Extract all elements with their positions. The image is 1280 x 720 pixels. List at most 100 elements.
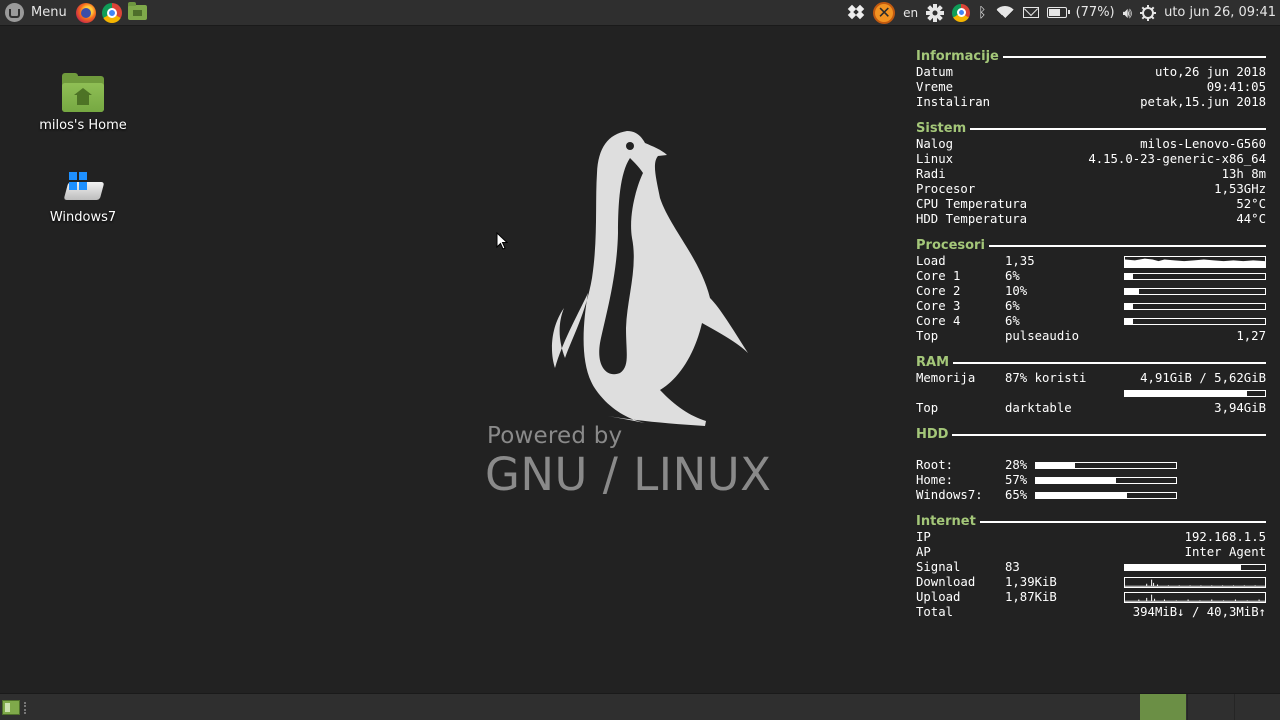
stat-label: Top: [916, 329, 939, 343]
stat-value: 09:41:05: [1206, 80, 1266, 94]
system-row: CPU Temperatura 52°C: [916, 197, 1266, 212]
wallpaper-title: GNU / LINUX: [485, 448, 772, 501]
desktop-icon-windows7[interactable]: Windows7: [28, 170, 138, 225]
home-folder-icon: [62, 73, 104, 112]
files-launcher[interactable]: [125, 0, 151, 26]
mail-tray[interactable]: [1019, 0, 1043, 26]
ram-bar-row: [916, 386, 1266, 401]
stat-detail: 6%: [1005, 269, 1020, 283]
settings-tray[interactable]: [922, 0, 948, 26]
main-menu-label: Menu: [31, 5, 67, 20]
stat-label: Informacije: [916, 48, 999, 64]
stat-label: Sistem: [916, 120, 967, 136]
disk-usage-bar: [1035, 477, 1177, 484]
chrome-tray[interactable]: [948, 0, 974, 26]
chrome-icon: [101, 2, 122, 23]
stat-value: petak,15.jun 2018: [1140, 95, 1266, 109]
stat-detail: 65%: [1005, 488, 1028, 502]
ram-usage-bar: [1124, 390, 1266, 397]
stat-detail: 1,87KiB: [1005, 590, 1057, 604]
stat-detail: 28%: [1005, 458, 1028, 472]
workspace-4[interactable]: [1234, 694, 1280, 720]
stat-label: HDD: [916, 426, 949, 442]
cpu-top-row: Top pulseaudio 1,27: [916, 329, 1266, 344]
network-tray[interactable]: [991, 0, 1019, 26]
power-gear-icon: [1140, 4, 1157, 21]
stat-label: Core 4: [916, 314, 961, 328]
disk-usage-bar: [1035, 492, 1177, 499]
stat-detail: 1,39KiB: [1005, 575, 1057, 589]
stat-detail: 83: [1005, 560, 1020, 574]
stat-label: Windows7:: [916, 488, 983, 502]
stat-label: Linux: [916, 152, 954, 166]
battery-tray[interactable]: (77%): [1043, 0, 1119, 26]
bottom-panel: [0, 693, 1280, 720]
stat-value: 394MiB↓ / 40,3MiB↑: [1132, 605, 1266, 619]
crossover-tray[interactable]: ✕: [869, 0, 899, 26]
show-desktop-button[interactable]: [2, 700, 20, 715]
battery-percent: (77%): [1075, 5, 1115, 20]
bluetooth-icon[interactable]: ᛒ: [974, 0, 990, 26]
section-heading-info: Informacije: [916, 47, 1266, 65]
info-row: Instaliran petak,15.jun 2018: [916, 95, 1266, 110]
panel-clock[interactable]: uto jun 26, 09:41: [1160, 0, 1280, 26]
desktop-icon-home[interactable]: milos's Home: [28, 73, 138, 133]
stat-value: Inter Agent: [1184, 545, 1266, 559]
stat-value: 4,91GiB / 5,62GiB: [1140, 371, 1266, 385]
stat-label: Download: [916, 575, 976, 589]
system-row: Radi 13h 8m: [916, 167, 1266, 182]
stat-label: Nalog: [916, 137, 954, 151]
stat-label: Radi: [916, 167, 946, 181]
stat-value: 13h 8m: [1221, 167, 1266, 181]
cpu-load-graph: [1124, 256, 1266, 268]
chrome-launcher[interactable]: [99, 0, 125, 26]
stat-value: 1,27: [1236, 329, 1266, 343]
stat-detail: darktable: [1005, 401, 1072, 415]
stat-label: Core 1: [916, 269, 961, 283]
net-total-row: Total 394MiB↓ / 40,3MiB↑: [916, 605, 1266, 620]
desktop-icon-label: Windows7: [49, 210, 117, 225]
desktop-icon-label: milos's Home: [39, 118, 127, 133]
stat-label: Home:: [916, 473, 954, 487]
stat-label: Top: [916, 401, 939, 415]
dropbox-tray[interactable]: [845, 0, 869, 26]
stat-detail: 87% koristi: [1005, 371, 1087, 385]
download-graph: [1124, 577, 1266, 588]
windows-drive-icon: [62, 170, 105, 204]
wallpaper-tagline: Powered by: [487, 423, 623, 449]
stat-label: Instaliran: [916, 95, 991, 109]
cpu-core-row: Core 3 6%: [916, 299, 1266, 314]
stat-label: Total: [916, 605, 954, 619]
core-usage-bar: [1124, 318, 1266, 325]
workspace-3[interactable]: [1187, 694, 1233, 720]
stat-label: Memorija: [916, 371, 976, 385]
system-tray: ✕ en ᛒ (77%) 🔊︎ uto jun 26, 09:41: [845, 0, 1280, 26]
stat-value: milos-Lenovo-G560: [1140, 137, 1266, 151]
disk-usage-bar: [1035, 462, 1177, 469]
stat-label: IP: [916, 530, 931, 544]
net-ap-row: AP Inter Agent: [916, 545, 1266, 560]
session-menu[interactable]: [1136, 0, 1160, 26]
workspace-2[interactable]: [1140, 694, 1186, 720]
section-heading-system: Sistem: [916, 119, 1266, 137]
system-row: HDD Temperatura 44°C: [916, 212, 1266, 227]
volume-icon[interactable]: 🔊︎: [1119, 0, 1136, 26]
main-menu-button[interactable]: Menu: [0, 0, 73, 26]
stat-detail: 6%: [1005, 299, 1020, 313]
workspace-1[interactable]: [1093, 694, 1139, 720]
stat-detail: pulseaudio: [1005, 329, 1080, 343]
section-heading-cpu: Procesori: [916, 236, 1266, 254]
upload-graph: [1124, 592, 1266, 603]
hdd-row: Windows7: 65%: [916, 488, 1266, 503]
stat-label: Load: [916, 254, 946, 268]
puzzle-gear-icon: [926, 3, 945, 22]
firefox-launcher[interactable]: [73, 0, 99, 26]
stat-label: Procesori: [916, 237, 985, 253]
panel-grip-handle[interactable]: [24, 702, 26, 714]
folder-icon: [128, 2, 148, 20]
stat-value: 52°C: [1236, 197, 1266, 211]
firefox-icon: [75, 2, 96, 23]
keyboard-layout[interactable]: en: [899, 0, 922, 26]
stat-detail: 10%: [1005, 284, 1028, 298]
system-row: Procesor 1,53GHz: [916, 182, 1266, 197]
